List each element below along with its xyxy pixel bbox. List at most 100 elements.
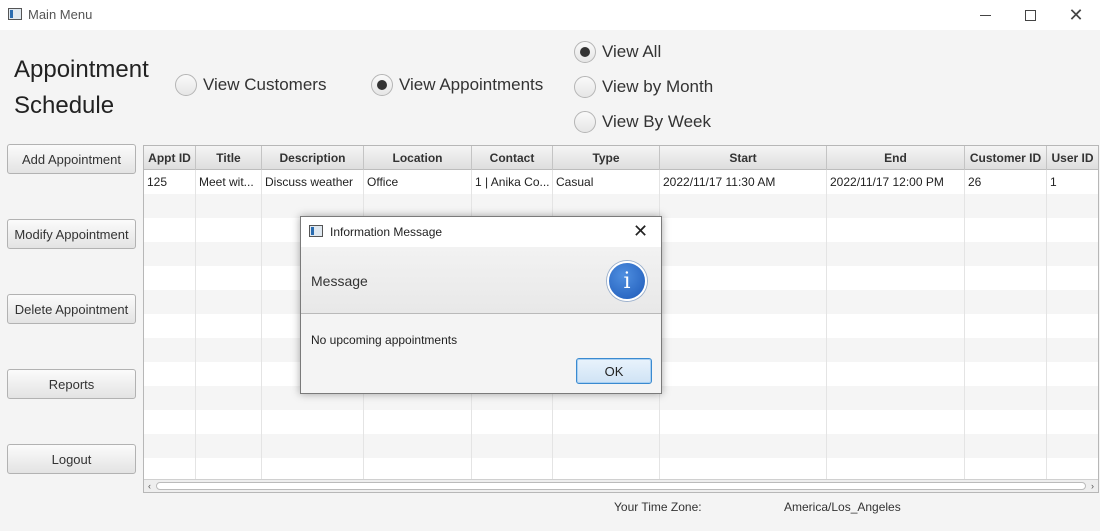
table-cell xyxy=(965,290,1047,314)
table-cell xyxy=(1047,290,1098,314)
table-cell xyxy=(827,338,965,362)
table-cell xyxy=(965,338,1047,362)
table-cell xyxy=(553,410,660,434)
minimize-icon xyxy=(979,14,991,16)
table-cell xyxy=(1047,194,1098,218)
table-cell xyxy=(1047,410,1098,434)
view-by-week-label: View By Week xyxy=(602,112,711,131)
view-customers-radio[interactable]: View Customers xyxy=(175,74,326,96)
maximize-button[interactable] xyxy=(1007,0,1053,30)
window-title: Main Menu xyxy=(28,7,93,22)
table-cell xyxy=(144,386,196,410)
table-cell xyxy=(364,410,472,434)
table-cell xyxy=(553,194,660,218)
table-cell xyxy=(827,218,965,242)
view-by-month-radio[interactable]: View by Month xyxy=(574,76,713,98)
column-header[interactable]: Appt ID xyxy=(144,146,196,170)
table-cell xyxy=(827,194,965,218)
scroll-left-icon[interactable]: ‹ xyxy=(144,480,155,492)
info-icon: i xyxy=(607,261,647,301)
add-appointment-button[interactable]: Add Appointment xyxy=(7,144,136,174)
app-icon xyxy=(309,225,323,237)
table-cell xyxy=(196,362,262,386)
empty-table-row xyxy=(144,410,1098,434)
table-cell xyxy=(1047,218,1098,242)
table-cell: 1 xyxy=(1047,170,1098,194)
table-cell xyxy=(196,410,262,434)
table-cell xyxy=(144,290,196,314)
table-cell xyxy=(144,242,196,266)
table-cell xyxy=(1047,314,1098,338)
information-dialog: Information Message ✕ Message i No upcom… xyxy=(300,216,662,394)
column-header[interactable]: User ID xyxy=(1047,146,1098,170)
table-cell xyxy=(196,386,262,410)
page-title-line2: Schedule xyxy=(14,92,115,119)
table-cell xyxy=(144,266,196,290)
table-cell xyxy=(660,314,827,338)
table-cell xyxy=(196,290,262,314)
time-zone-value: America/Los_Angeles xyxy=(784,500,901,514)
table-cell xyxy=(144,194,196,218)
app-icon xyxy=(8,8,22,20)
column-header[interactable]: End xyxy=(827,146,965,170)
table-cell xyxy=(1047,362,1098,386)
column-header[interactable]: Customer ID xyxy=(965,146,1047,170)
table-cell xyxy=(1047,266,1098,290)
table-cell xyxy=(660,434,827,458)
column-header[interactable]: Description xyxy=(262,146,364,170)
table-cell xyxy=(553,434,660,458)
column-header[interactable]: Type xyxy=(553,146,660,170)
title-bar: Main Menu ✕ xyxy=(0,0,1100,30)
column-header[interactable]: Location xyxy=(364,146,472,170)
table-cell xyxy=(196,314,262,338)
table-cell xyxy=(827,242,965,266)
table-cell xyxy=(965,314,1047,338)
dialog-title-bar: Information Message ✕ xyxy=(301,217,661,247)
empty-table-row xyxy=(144,434,1098,458)
time-zone-label: Your Time Zone: xyxy=(614,500,702,514)
view-appointments-label: View Appointments xyxy=(399,75,544,94)
modify-appointment-button[interactable]: Modify Appointment xyxy=(7,219,136,249)
table-cell: 2022/11/17 11:30 AM xyxy=(660,170,827,194)
empty-table-row xyxy=(144,194,1098,218)
table-cell: 125 xyxy=(144,170,196,194)
view-by-month-label: View by Month xyxy=(602,77,714,96)
view-by-week-radio[interactable]: View By Week xyxy=(574,111,711,133)
table-cell xyxy=(196,242,262,266)
table-cell xyxy=(827,362,965,386)
view-all-radio[interactable]: View All xyxy=(574,41,661,63)
table-header: Appt ID Title Description Location Contact Ty… xyxy=(144,146,1098,170)
ok-button[interactable]: OK xyxy=(576,358,652,384)
table-cell xyxy=(827,266,965,290)
reports-button[interactable]: Reports xyxy=(7,369,136,399)
radio-indicator xyxy=(371,74,393,96)
logout-button[interactable]: Logout xyxy=(7,444,136,474)
dialog-close-icon[interactable]: ✕ xyxy=(633,221,648,242)
table-cell xyxy=(144,362,196,386)
view-customers-label: View Customers xyxy=(203,75,327,94)
table-cell xyxy=(364,194,472,218)
horizontal-scrollbar[interactable]: ‹ › xyxy=(144,479,1098,492)
table-cell: 26 xyxy=(965,170,1047,194)
table-cell: Meet wit... xyxy=(196,170,262,194)
column-header[interactable]: Start xyxy=(660,146,827,170)
table-cell xyxy=(1047,434,1098,458)
table-row[interactable]: 125 Meet wit... Discuss weather Office 1 | A… xyxy=(144,170,1098,194)
close-button[interactable]: ✕ xyxy=(1053,0,1099,30)
delete-appointment-button[interactable]: Delete Appointment xyxy=(7,294,136,324)
column-header[interactable]: Contact xyxy=(472,146,553,170)
table-cell xyxy=(144,314,196,338)
view-appointments-radio[interactable]: View Appointments xyxy=(371,74,543,96)
table-cell xyxy=(660,410,827,434)
table-cell: 1 | Anika Co... xyxy=(472,170,553,194)
table-cell xyxy=(1047,338,1098,362)
scrollbar-thumb[interactable] xyxy=(156,482,1086,490)
radio-indicator xyxy=(574,111,596,133)
view-all-label: View All xyxy=(602,42,662,61)
scroll-right-icon[interactable]: › xyxy=(1087,480,1098,492)
minimize-button[interactable] xyxy=(962,0,1008,30)
table-cell: Discuss weather xyxy=(262,170,364,194)
column-header[interactable]: Title xyxy=(196,146,262,170)
table-cell xyxy=(472,434,553,458)
table-cell xyxy=(827,314,965,338)
